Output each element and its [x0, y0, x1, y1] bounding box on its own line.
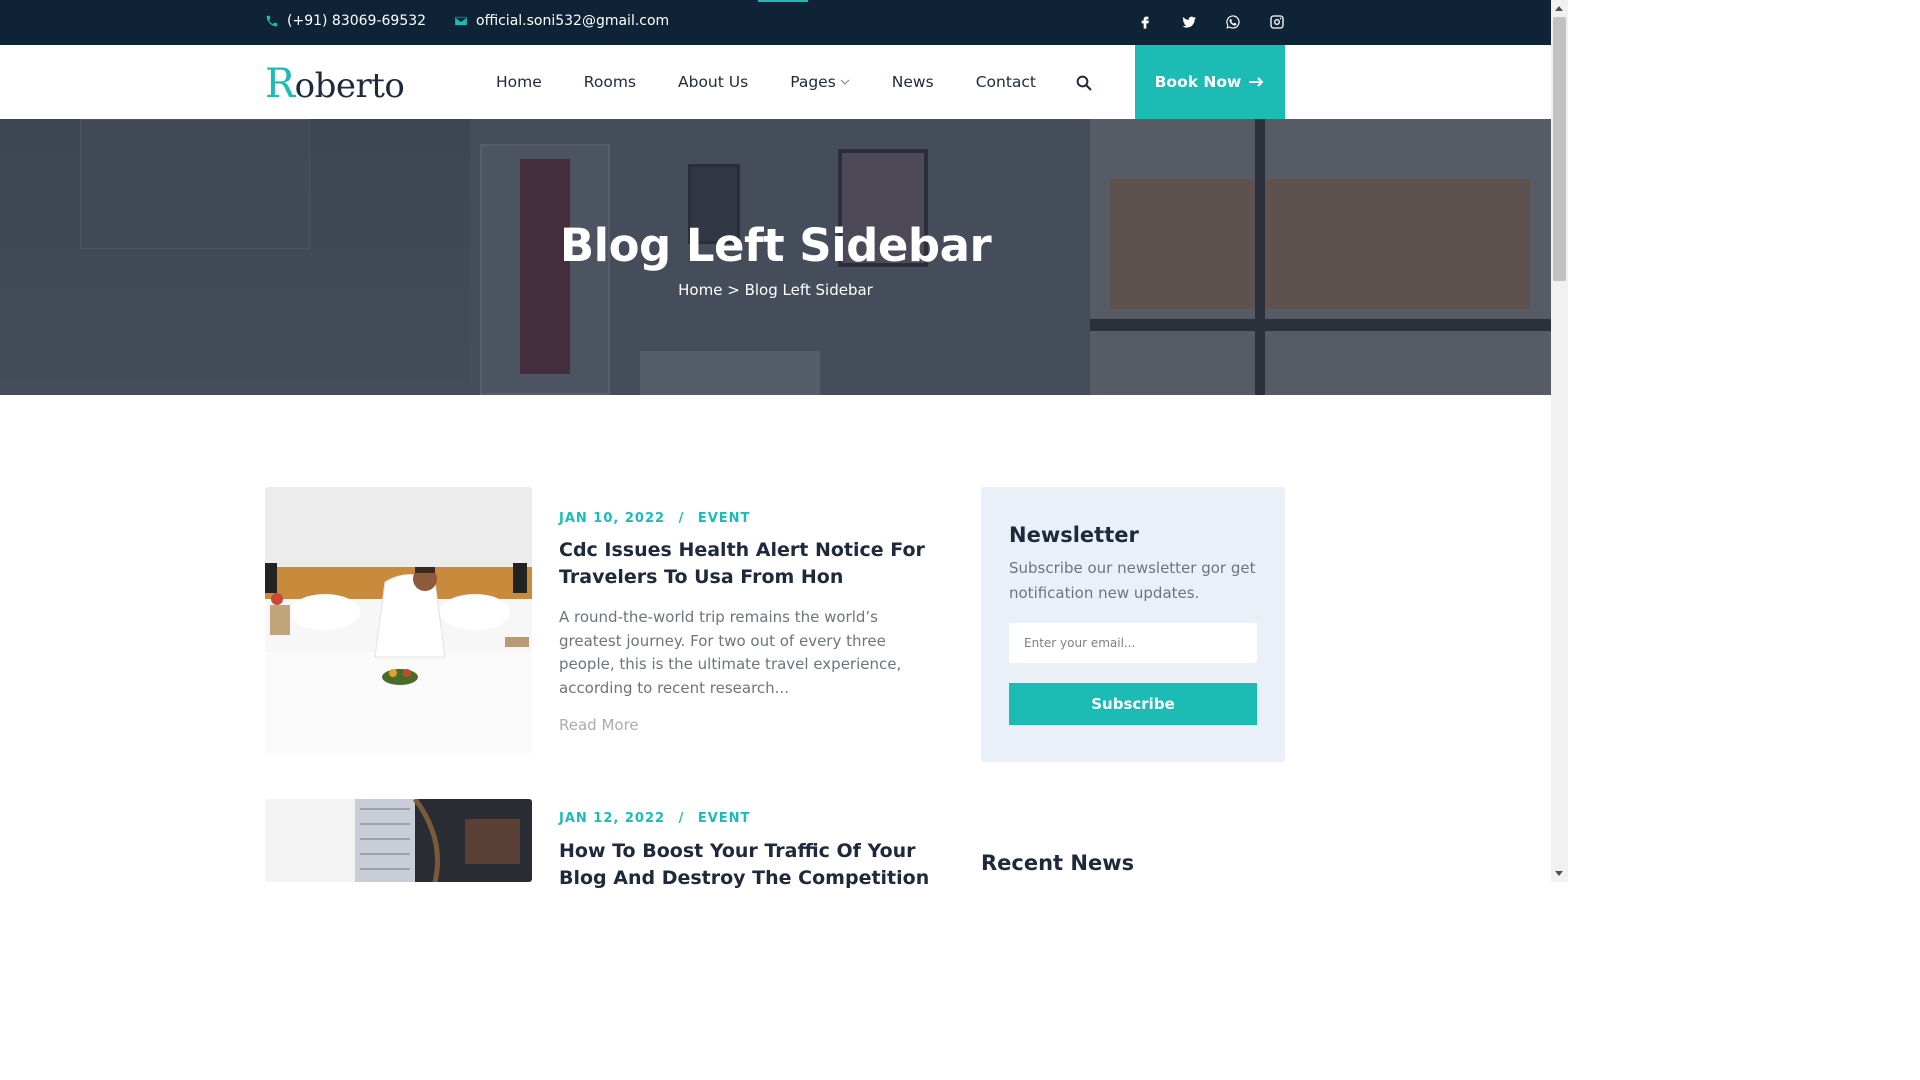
- nav-about-us[interactable]: About Us: [678, 73, 748, 91]
- envelope-icon: [455, 16, 467, 26]
- top-accent-line: [758, 0, 808, 2]
- facebook-icon[interactable]: [1136, 13, 1154, 31]
- phone-icon: [266, 15, 278, 27]
- post-title[interactable]: Cdc Issues Health Alert Notice For Trave…: [559, 537, 939, 591]
- twitter-icon[interactable]: [1180, 13, 1198, 31]
- site-logo[interactable]: Roberto: [265, 61, 405, 107]
- arrow-right-icon: [1249, 77, 1264, 87]
- meta-separator: /: [678, 511, 685, 526]
- breadcrumb-separator: >: [727, 281, 740, 299]
- breadcrumb: Home > Blog Left Sidebar: [0, 281, 1551, 299]
- instagram-icon[interactable]: [1268, 13, 1286, 31]
- main-nav: Home Rooms About Us Pages News Contact: [496, 45, 1036, 119]
- newsletter-widget: Newsletter Subscribe our newsletter gor …: [981, 487, 1285, 762]
- scrollbar-thumb[interactable]: [1553, 17, 1566, 281]
- whatsapp-icon[interactable]: [1224, 13, 1242, 31]
- post-category[interactable]: EVENT: [698, 511, 751, 526]
- nav-home[interactable]: Home: [496, 73, 542, 91]
- email-contact[interactable]: official.soni532@gmail.com: [454, 13, 669, 29]
- scroll-up-arrow-icon[interactable]: [1555, 6, 1563, 11]
- search-icon[interactable]: [1075, 74, 1093, 92]
- post-image[interactable]: [265, 799, 532, 882]
- phone-contact[interactable]: (+91) 83069-69532: [265, 13, 426, 29]
- page-scrollbar[interactable]: [1551, 0, 1568, 882]
- page-hero: Blog Left Sidebar Home > Blog Left Sideb…: [0, 119, 1551, 395]
- read-more-link[interactable]: Read More: [559, 716, 639, 734]
- recent-news-title: Recent News: [981, 851, 1135, 875]
- scroll-down-arrow-icon[interactable]: [1555, 871, 1563, 876]
- book-now-button[interactable]: Book Now: [1135, 45, 1285, 119]
- post-meta: JAN 12, 2022 / EVENT: [559, 811, 750, 826]
- page-title: Blog Left Sidebar: [559, 219, 992, 272]
- nav-pages[interactable]: Pages: [790, 73, 850, 91]
- post-category[interactable]: EVENT: [698, 811, 751, 826]
- post-title[interactable]: How To Boost Your Traffic Of Your Blog A…: [559, 838, 939, 892]
- chevron-down-icon: [840, 79, 850, 85]
- newsletter-description: Subscribe our newsletter gor get notific…: [1009, 559, 1256, 602]
- nav-news[interactable]: News: [892, 73, 934, 91]
- nav-contact[interactable]: Contact: [976, 73, 1036, 91]
- meta-separator: /: [678, 811, 685, 826]
- newsletter-title: Newsletter: [1009, 523, 1139, 547]
- subscribe-button[interactable]: Subscribe: [1009, 683, 1257, 725]
- top-bar: (+91) 83069-69532 official.soni532@gmail…: [0, 0, 1551, 45]
- breadcrumb-home[interactable]: Home: [678, 281, 722, 299]
- main-header: Roberto Home Rooms About Us Pages News C…: [0, 45, 1551, 119]
- email-address: official.soni532@gmail.com: [476, 13, 670, 29]
- nav-rooms[interactable]: Rooms: [584, 73, 636, 91]
- phone-number: (+91) 83069-69532: [287, 13, 427, 29]
- post-meta: JAN 10, 2022 / EVENT: [559, 511, 750, 526]
- post-image[interactable]: [265, 487, 532, 753]
- post-date[interactable]: JAN 10, 2022: [559, 511, 665, 526]
- newsletter-email-input[interactable]: [1009, 623, 1257, 663]
- post-excerpt: A round-the-world trip remains the world…: [559, 608, 902, 697]
- post-date[interactable]: JAN 12, 2022: [559, 811, 665, 826]
- social-links: [1136, 13, 1286, 31]
- breadcrumb-current: Blog Left Sidebar: [744, 281, 873, 299]
